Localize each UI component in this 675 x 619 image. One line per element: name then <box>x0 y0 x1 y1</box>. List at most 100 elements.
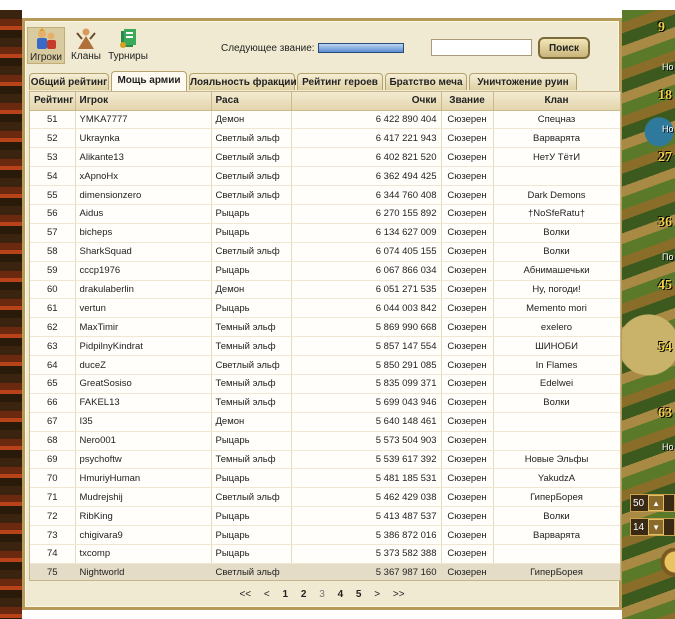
cell-clan[interactable]: Волки <box>493 393 620 413</box>
cell-clan[interactable]: Волки <box>493 506 620 527</box>
table-row[interactable]: 67 I35 Демон 5 640 148 461 Сюзерен <box>30 412 620 432</box>
cell-player[interactable]: Mudrejshij <box>75 487 212 508</box>
cell-player[interactable]: Ukraynka <box>75 128 212 149</box>
tab-army-power[interactable]: Мощь армии <box>111 71 187 91</box>
table-row[interactable]: 56 Aidus Рыцарь 6 270 155 892 Сюзерен †NoSfeR… <box>30 204 620 224</box>
tab-sword-brotherhood[interactable]: Братство меча <box>385 73 467 90</box>
cell-player[interactable]: I35 <box>75 412 212 432</box>
table-row[interactable]: 61 vertun Рыцарь 6 044 003 842 Сюзерен Mement… <box>30 298 620 319</box>
cell-player[interactable]: HmuriyHuman <box>75 468 212 489</box>
table-row[interactable]: 70 HmuriyHuman Рыцарь 5 481 185 531 Сюзерен Y… <box>30 468 620 489</box>
column-header-race[interactable]: Раса <box>211 92 292 111</box>
pager-first[interactable]: << <box>239 589 251 600</box>
cell-clan[interactable] <box>493 412 620 432</box>
cell-clan[interactable]: ГиперБорея <box>493 487 620 508</box>
map-widget[interactable]: 50 ▲ <box>630 494 675 512</box>
column-header-title[interactable]: Звание <box>441 92 494 111</box>
table-row[interactable]: 69 psychoftw Темный эльф 5 539 617 392 Сюзер… <box>30 450 620 470</box>
column-header-rank[interactable]: Рейтинг <box>30 92 76 111</box>
cell-player[interactable]: chigivara9 <box>75 525 212 545</box>
map-widget[interactable]: 14 ▼ <box>630 518 675 536</box>
search-input[interactable] <box>431 39 532 56</box>
cell-clan[interactable]: Варварята <box>493 128 620 149</box>
table-row[interactable]: 72 RibKing Рыцарь 5 413 487 537 Сюзерен Волки <box>30 506 620 527</box>
arrow-down-icon[interactable]: ▼ <box>648 519 665 535</box>
cell-player[interactable]: psychoftw <box>75 450 212 470</box>
cell-clan[interactable]: Memento mori <box>493 298 620 319</box>
column-header-clan[interactable]: Клан <box>493 92 620 111</box>
cell-player[interactable]: dimensionzero <box>75 185 212 205</box>
cell-player[interactable]: Nightworld <box>75 563 212 580</box>
cell-clan[interactable]: ШИНОБИ <box>493 336 620 357</box>
cell-clan[interactable]: Dark Demons <box>493 185 620 205</box>
cell-clan[interactable]: Edelwei <box>493 374 620 394</box>
cell-clan[interactable] <box>493 544 620 564</box>
cell-player[interactable]: MaxTimir <box>75 317 212 338</box>
table-row[interactable]: 57 bicheps Рыцарь 6 134 627 009 Сюзерен Волки <box>30 223 620 243</box>
arrow-up-icon[interactable]: ▲ <box>648 495 665 511</box>
cell-clan[interactable]: Новые Эльфы <box>493 450 620 470</box>
cell-player[interactable]: Aidus <box>75 204 212 224</box>
table-row[interactable]: 53 Alikante13 Светлый эльф 6 402 821 520 Сюз… <box>30 147 620 168</box>
table-row[interactable]: 75 Nightworld Светлый эльф 5 367 987 160 Сюз… <box>30 563 620 580</box>
table-row[interactable]: 52 Ukraynka Светлый эльф 6 417 221 943 Сюзер… <box>30 128 620 149</box>
cell-clan[interactable]: Абнимашечьки <box>493 261 620 281</box>
table-row[interactable]: 63 PidpilnyKindrat Темный эльф 5 857 147 55… <box>30 336 620 357</box>
cell-player[interactable]: SharkSquad <box>75 242 212 262</box>
cell-clan[interactable]: Варварята <box>493 525 620 545</box>
table-row[interactable]: 60 drakulaberlin Демон 6 051 271 535 Сюзерен… <box>30 280 620 300</box>
cell-clan[interactable]: ГиперБорея <box>493 563 620 580</box>
column-header-player[interactable]: Игрок <box>75 92 212 111</box>
table-row[interactable]: 59 cccp1976 Рыцарь 6 067 866 034 Сюзерен Абни… <box>30 261 620 281</box>
cell-clan[interactable] <box>493 166 620 187</box>
pager-next[interactable]: > <box>374 589 380 600</box>
table-row[interactable]: 66 FAKEL13 Темный эльф 5 699 043 946 Сюзерен… <box>30 393 620 413</box>
pager-page-1[interactable]: 1 <box>283 589 289 600</box>
table-row[interactable]: 58 SharkSquad Светлый эльф 6 074 405 155 Сюз… <box>30 242 620 262</box>
cell-clan[interactable]: Волки <box>493 242 620 262</box>
cell-clan[interactable]: Ну, погоди! <box>493 280 620 300</box>
pager-prev[interactable]: < <box>264 589 270 600</box>
tab-ruins-destruction[interactable]: Уничтожение руин <box>469 73 577 90</box>
cell-clan[interactable]: Спецназ <box>493 110 620 130</box>
nav-tournaments[interactable]: Турниры <box>108 27 148 62</box>
cell-player[interactable]: bicheps <box>75 223 212 243</box>
cell-player[interactable]: RibKing <box>75 506 212 527</box>
nav-players[interactable]: Игроки <box>27 27 65 64</box>
pager-last[interactable]: >> <box>393 589 405 600</box>
tab-faction-loyalty[interactable]: Лояльность фракции <box>189 73 297 90</box>
cell-player[interactable]: txcomp <box>75 544 212 564</box>
cell-clan[interactable] <box>493 431 620 451</box>
pager-page-5[interactable]: 5 <box>356 589 362 600</box>
table-row[interactable]: 65 GreatSosiso Темный эльф 5 835 099 371 Сюз… <box>30 374 620 394</box>
cell-player[interactable]: xApnoHx <box>75 166 212 187</box>
cell-clan[interactable]: YakudzA <box>493 468 620 489</box>
cell-clan[interactable]: In Flames <box>493 355 620 375</box>
cell-clan[interactable]: НетУ ТётИ <box>493 147 620 168</box>
cell-player[interactable]: vertun <box>75 298 212 319</box>
table-row[interactable]: 64 duceZ Светлый эльф 5 850 291 085 Сюзерен I… <box>30 355 620 375</box>
table-row[interactable]: 71 Mudrejshij Светлый эльф 5 462 429 038 Сюз… <box>30 487 620 508</box>
cell-player[interactable]: drakulaberlin <box>75 280 212 300</box>
table-row[interactable]: 51 YMKA7777 Демон 6 422 890 404 Сюзерен Спецн… <box>30 110 620 130</box>
nav-clans[interactable]: Кланы <box>70 27 102 62</box>
table-row[interactable]: 55 dimensionzero Светлый эльф 6 344 760 408… <box>30 185 620 205</box>
table-row[interactable]: 68 Nero001 Рыцарь 5 573 504 903 Сюзерен <box>30 431 620 451</box>
cell-player[interactable]: YMKA7777 <box>75 110 212 130</box>
table-row[interactable]: 73 chigivara9 Рыцарь 5 386 872 016 Сюзерен Ва… <box>30 525 620 545</box>
cell-clan[interactable]: exelero <box>493 317 620 338</box>
cell-clan[interactable]: †NoSfeRatu† <box>493 204 620 224</box>
cell-player[interactable]: duceZ <box>75 355 212 375</box>
table-row[interactable]: 62 MaxTimir Темный эльф 5 869 990 668 Сюзере… <box>30 317 620 338</box>
column-header-points[interactable]: Очки <box>291 92 442 111</box>
pager-page-4[interactable]: 4 <box>338 589 344 600</box>
search-button[interactable]: Поиск <box>538 37 590 59</box>
cell-player[interactable]: PidpilnyKindrat <box>75 336 212 357</box>
tab-hero-rating[interactable]: Рейтинг героев <box>297 73 383 90</box>
cell-player[interactable]: FAKEL13 <box>75 393 212 413</box>
table-row[interactable]: 54 xApnoHx Светлый эльф 6 362 494 425 Сюзере… <box>30 166 620 187</box>
tab-overall-rating[interactable]: Общий рейтинг <box>29 73 109 90</box>
table-row[interactable]: 74 txcomp Рыцарь 5 373 582 388 Сюзерен <box>30 544 620 564</box>
cell-player[interactable]: GreatSosiso <box>75 374 212 394</box>
pager-page-2[interactable]: 2 <box>301 589 307 600</box>
